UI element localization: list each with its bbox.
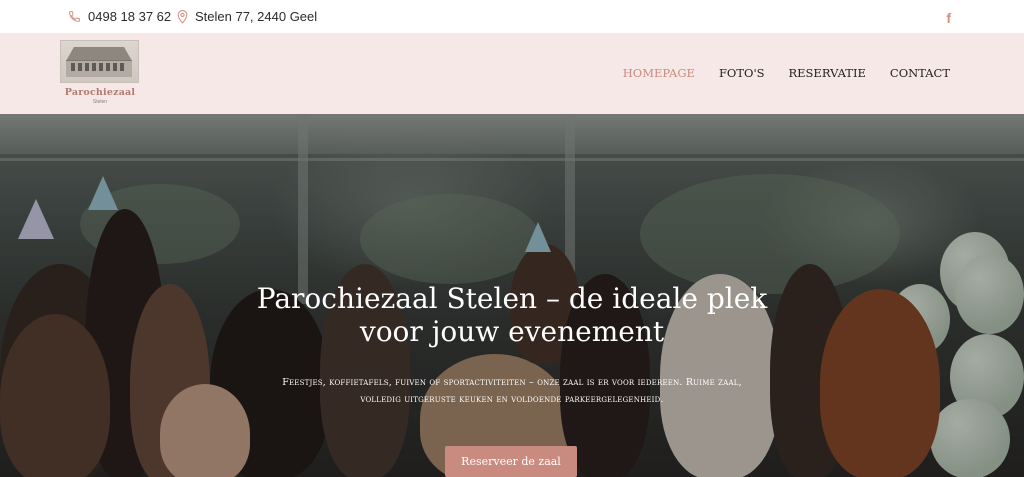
nav-item-contact[interactable]: CONTACT [890,66,950,80]
hero-section: Parochiezaal Stelen – de ideale plek voo… [0,114,1024,477]
logo-subtitle: Stelen [92,99,108,105]
facebook-icon[interactable]: f [946,10,951,26]
top-contact-bar: 0498 18 37 62 Stelen 77, 2440 Geel f [0,0,1024,33]
nav-item-fotos[interactable]: FOTO'S [719,66,765,80]
site-header: Parochiezaal Stelen HOMEPAGE FOTO'S RESE… [0,33,1024,114]
main-nav: HOMEPAGE FOTO'S RESERVATIE CONTACT [599,66,950,80]
nav-item-reservatie[interactable]: RESERVATIE [789,66,866,80]
address-text: Stelen 77, 2440 Geel [195,9,318,24]
hero-description-line-2: volledig uitgeruste keuken en voldoende … [360,394,664,405]
phone-contact[interactable]: 0498 18 37 62 [68,0,171,33]
nav-item-homepage[interactable]: HOMEPAGE [623,66,695,80]
phone-number: 0498 18 37 62 [88,9,172,24]
hero-description-line-1: Feestjes, koffietafels, fuiven of sporta… [282,377,742,388]
phone-icon [69,11,80,22]
hero-title-line-1: Parochiezaal Stelen – de ideale plek [256,282,768,315]
logo-building-image [60,40,139,83]
map-pin-icon [177,9,188,24]
hero-description: Feestjes, koffietafels, fuiven of sporta… [0,374,1024,408]
site-logo[interactable]: Parochiezaal Stelen [60,40,140,112]
logo-title: Parochiezaal [64,87,136,98]
hero-title-line-2: voor jouw evenement [359,315,665,348]
hero-title: Parochiezaal Stelen – de ideale plek voo… [0,282,1024,348]
address-contact[interactable]: Stelen 77, 2440 Geel [177,0,317,33]
reserve-hall-button[interactable]: Reserveer de zaal [445,446,577,477]
